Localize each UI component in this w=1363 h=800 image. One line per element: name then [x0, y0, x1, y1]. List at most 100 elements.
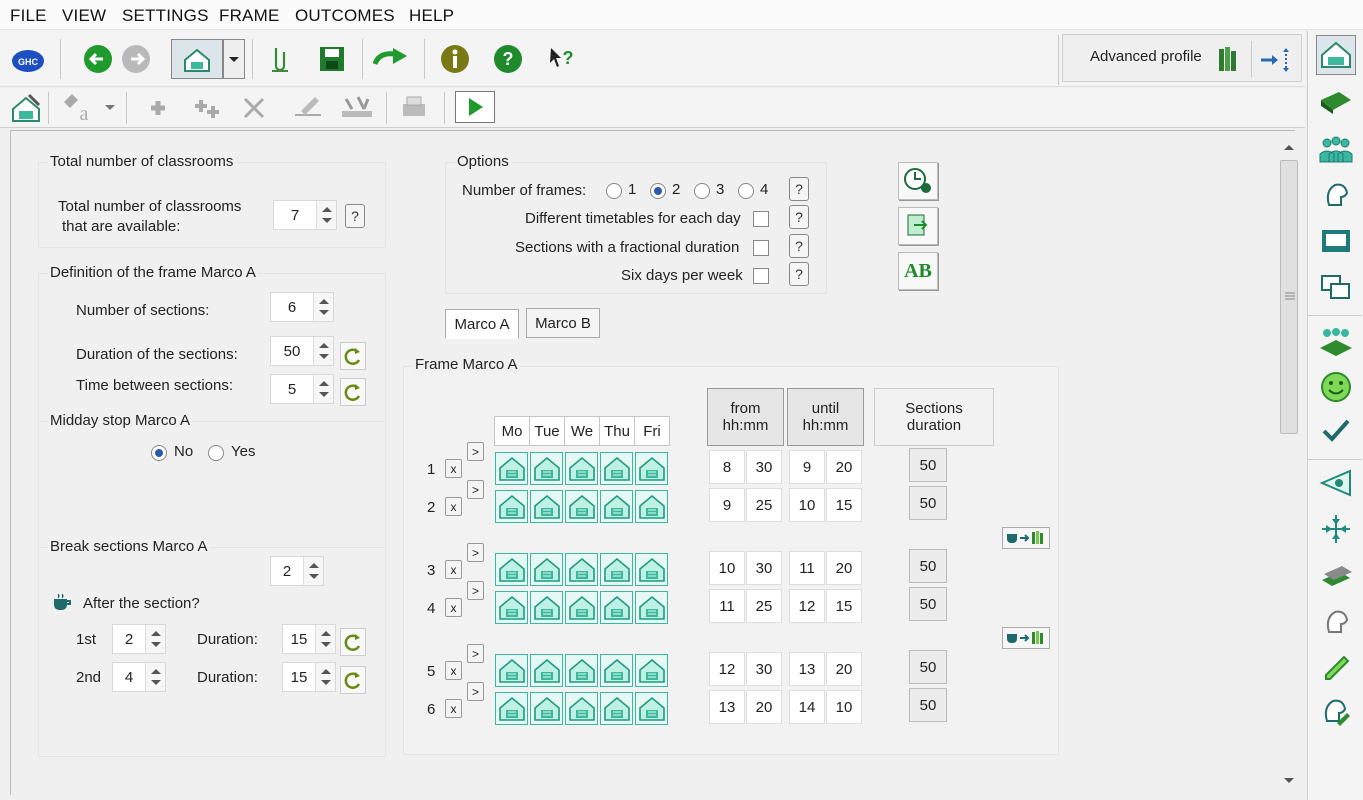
break-2-after-stepper[interactable]: 4	[112, 662, 166, 692]
section-duration-stepper[interactable]: 50	[270, 336, 334, 366]
classroom-board-icon[interactable]	[1316, 221, 1356, 261]
from-minute-cell[interactable]: 25	[746, 488, 782, 522]
diff-timetable-help-button[interactable]: ?	[789, 205, 809, 229]
subjects-book-icon[interactable]	[1316, 83, 1356, 123]
fractional-checkbox[interactable]	[753, 240, 769, 256]
frames-radio-2[interactable]	[650, 183, 666, 199]
smiley-icon[interactable]	[1316, 367, 1356, 407]
classroom-house-icon[interactable]	[635, 591, 668, 624]
back-button[interactable]	[80, 41, 116, 77]
coffee-break-marker[interactable]	[1002, 527, 1050, 549]
classroom-house-icon[interactable]	[495, 452, 528, 485]
until-hour-cell[interactable]: 10	[789, 488, 825, 522]
menu-file[interactable]: FILE	[10, 6, 47, 26]
classroom-house-icon[interactable]	[600, 692, 633, 725]
classroom-house-icon[interactable]	[600, 452, 633, 485]
print-icon[interactable]	[396, 90, 432, 126]
tab-marco-b[interactable]: Marco B	[526, 308, 600, 338]
eye-view-icon[interactable]	[1316, 463, 1356, 503]
classroom-house-icon[interactable]	[565, 490, 598, 523]
fractional-help-button[interactable]: ?	[789, 234, 809, 258]
from-minute-cell[interactable]: 30	[746, 652, 782, 686]
export-icon[interactable]	[373, 41, 409, 77]
classroom-house-icon[interactable]	[530, 452, 563, 485]
classroom-house-icon[interactable]	[635, 553, 668, 586]
tools-icon[interactable]	[338, 90, 374, 126]
add-multiple-icon[interactable]	[188, 90, 224, 126]
attach-icon[interactable]	[262, 41, 298, 77]
profile-switch-icon[interactable]	[1259, 47, 1295, 73]
teacher-icon[interactable]	[1316, 175, 1356, 215]
time-between-stepper[interactable]: 5	[270, 374, 334, 404]
next-button[interactable]: >	[467, 543, 484, 562]
classroom-house-icon[interactable]	[565, 553, 598, 586]
groups-icon[interactable]	[1316, 129, 1356, 169]
remove-section-button[interactable]: x	[445, 560, 462, 579]
sections-count-stepper[interactable]: 6	[270, 292, 334, 322]
break-1-after-stepper[interactable]: 2	[112, 624, 166, 654]
remove-section-button[interactable]: x	[445, 459, 462, 478]
from-minute-cell[interactable]: 20	[746, 690, 782, 724]
edit-icon[interactable]	[290, 90, 326, 126]
remove-section-button[interactable]: x	[445, 497, 462, 516]
profile-box[interactable]: Advanced profile	[1062, 34, 1302, 82]
six-days-help-button[interactable]: ?	[789, 262, 809, 286]
next-button[interactable]: >	[467, 480, 484, 499]
classroom-house-icon[interactable]	[600, 490, 633, 523]
frames-radio-1[interactable]	[606, 183, 622, 199]
teacher-edit-icon[interactable]	[1316, 691, 1356, 731]
cut-icon[interactable]	[236, 90, 272, 126]
edit-school-icon[interactable]	[8, 90, 44, 126]
coffee-break-marker[interactable]	[1002, 627, 1050, 649]
until-minute-cell[interactable]: 20	[826, 652, 862, 686]
frames-radio-4[interactable]	[738, 183, 754, 199]
home-icon[interactable]	[1316, 35, 1356, 75]
until-minute-cell[interactable]: 10	[826, 690, 862, 724]
menu-outcomes[interactable]: OUTCOMES	[295, 6, 395, 26]
compress-icon[interactable]	[1316, 509, 1356, 549]
classroom-house-icon[interactable]	[530, 553, 563, 586]
classroom-house-icon[interactable]	[635, 490, 668, 523]
frames-help-button[interactable]: ?	[789, 177, 809, 201]
classroom-house-icon[interactable]	[495, 591, 528, 624]
frames-radio-3[interactable]	[694, 183, 710, 199]
checkmark-icon[interactable]	[1316, 411, 1356, 451]
menu-help[interactable]: HELP	[409, 6, 454, 26]
six-days-checkbox[interactable]	[753, 268, 769, 284]
info-button[interactable]	[437, 41, 473, 77]
from-minute-cell[interactable]: 30	[746, 551, 782, 585]
classroom-house-icon[interactable]	[565, 692, 598, 725]
windows-icon[interactable]	[1316, 267, 1356, 307]
home-dropdown-button[interactable]	[171, 39, 223, 79]
classroom-house-icon[interactable]	[635, 452, 668, 485]
diff-timetable-checkbox[interactable]	[753, 211, 769, 227]
chevron-down-icon[interactable]	[100, 90, 120, 126]
classroom-house-icon[interactable]	[530, 591, 563, 624]
from-hour-cell[interactable]: 13	[709, 690, 745, 724]
classroom-house-icon[interactable]	[600, 591, 633, 624]
remove-section-button[interactable]: x	[445, 598, 462, 617]
from-hour-cell[interactable]: 8	[709, 450, 745, 484]
save-button[interactable]	[314, 41, 350, 77]
until-hour-cell[interactable]: 11	[789, 551, 825, 585]
classroom-house-icon[interactable]	[530, 692, 563, 725]
remove-section-button[interactable]: x	[445, 661, 462, 680]
classroom-house-icon[interactable]	[600, 654, 633, 687]
context-help-icon[interactable]: ?	[543, 41, 579, 77]
add-icon[interactable]	[140, 90, 176, 126]
copy-frame-button[interactable]	[898, 207, 938, 245]
pencil-icon[interactable]	[1316, 645, 1356, 685]
head-profile-icon[interactable]	[1316, 601, 1356, 641]
class-group-icon[interactable]	[1316, 321, 1356, 361]
rename-icon[interactable]: a	[60, 90, 96, 126]
menu-frame[interactable]: FRAME	[219, 6, 280, 26]
from-minute-cell[interactable]: 30	[746, 450, 782, 484]
next-button[interactable]: >	[467, 682, 484, 701]
break-count-stepper[interactable]: 2	[270, 556, 324, 586]
classroom-house-icon[interactable]	[565, 654, 598, 687]
until-minute-cell[interactable]: 20	[826, 450, 862, 484]
until-hour-cell[interactable]: 9	[789, 450, 825, 484]
next-button[interactable]: >	[467, 644, 484, 663]
menu-view[interactable]: VIEW	[62, 6, 106, 26]
classroom-house-icon[interactable]	[635, 654, 668, 687]
